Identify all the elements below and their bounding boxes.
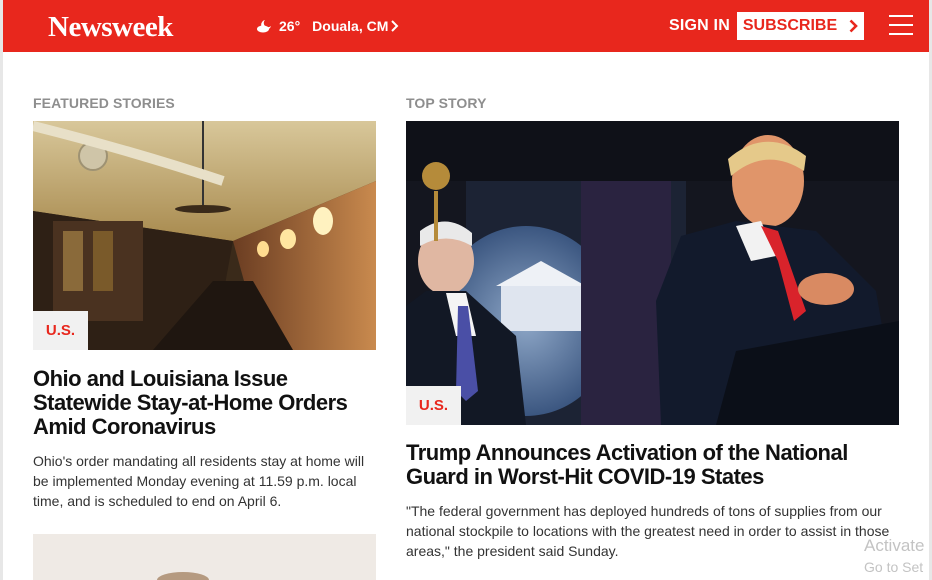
next-story-photo [33, 534, 376, 580]
next-story-image[interactable] [33, 534, 376, 580]
subscribe-label: SUBSCRIBE [742, 17, 838, 34]
location: Douala, CM [312, 18, 389, 34]
featured-stories-label: FEATURED STORIES [33, 95, 175, 111]
press-briefing-image [406, 121, 899, 425]
top-story-label: TOP STORY [406, 95, 487, 111]
category-tag[interactable]: U.S. [406, 386, 461, 425]
left-page-border [0, 0, 3, 580]
chevron-right-icon [849, 19, 858, 33]
site-header: Newsweek 26° Douala, CM SIGN IN SUBSCRIB… [3, 0, 929, 52]
featured-story-headline[interactable]: Ohio and Louisiana Issue Statewide Stay-… [33, 367, 363, 439]
top-story-summary: "The federal government has deployed hun… [406, 503, 890, 559]
featured-story-summary: Ohio's order mandating all residents sta… [33, 453, 365, 509]
category-tag[interactable]: U.S. [33, 311, 88, 350]
weather-widget[interactable]: 26° Douala, CM [256, 18, 404, 34]
top-story-headline[interactable]: Trump Announces Activation of the Nation… [406, 441, 876, 489]
temperature: 26° [279, 18, 301, 34]
chevron-right-icon [391, 20, 399, 32]
sign-in-link[interactable]: SIGN IN [669, 17, 730, 35]
windows-activation-watermark-subtext: Go to Set [864, 559, 924, 575]
top-story-image[interactable] [406, 121, 899, 425]
hamburger-menu-icon[interactable] [889, 15, 913, 36]
newsweek-logo[interactable]: Newsweek [48, 11, 173, 44]
cloud-moon-icon [257, 20, 271, 33]
subscribe-button[interactable]: SUBSCRIBE [737, 12, 864, 40]
windows-activation-watermark: Activate [864, 536, 925, 555]
